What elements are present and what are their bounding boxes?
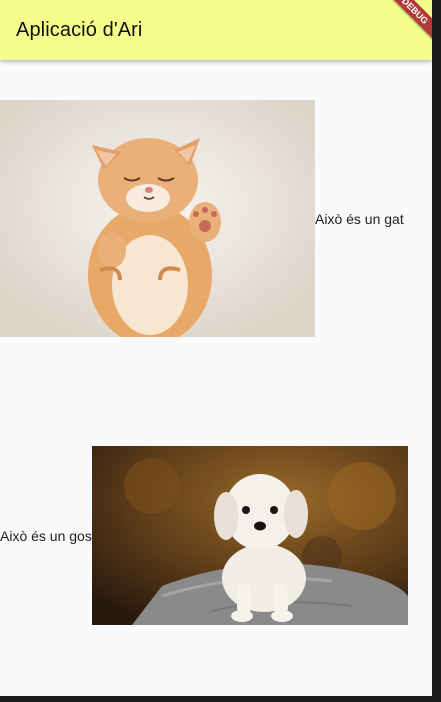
puppy-illustration [91, 446, 408, 625]
bottom-edge [0, 696, 441, 702]
dog-caption: Això és un gos [0, 527, 92, 544]
app-screen: Aplicació d'Ari DEBUG Això és un gat Aix… [0, 0, 432, 696]
dog-image [91, 446, 408, 625]
cat-row: Això és un gat [0, 100, 404, 337]
app-title: Aplicació d'Ari [16, 19, 143, 41]
dog-row: Això és un gos [0, 446, 408, 625]
kitten-illustration [0, 100, 315, 337]
cat-image [0, 100, 315, 337]
app-bar: Aplicació d'Ari DEBUG [0, 0, 432, 60]
right-edge [432, 0, 441, 702]
debug-banner: DEBUG [382, 0, 432, 44]
cat-caption: Això és un gat [315, 210, 404, 227]
